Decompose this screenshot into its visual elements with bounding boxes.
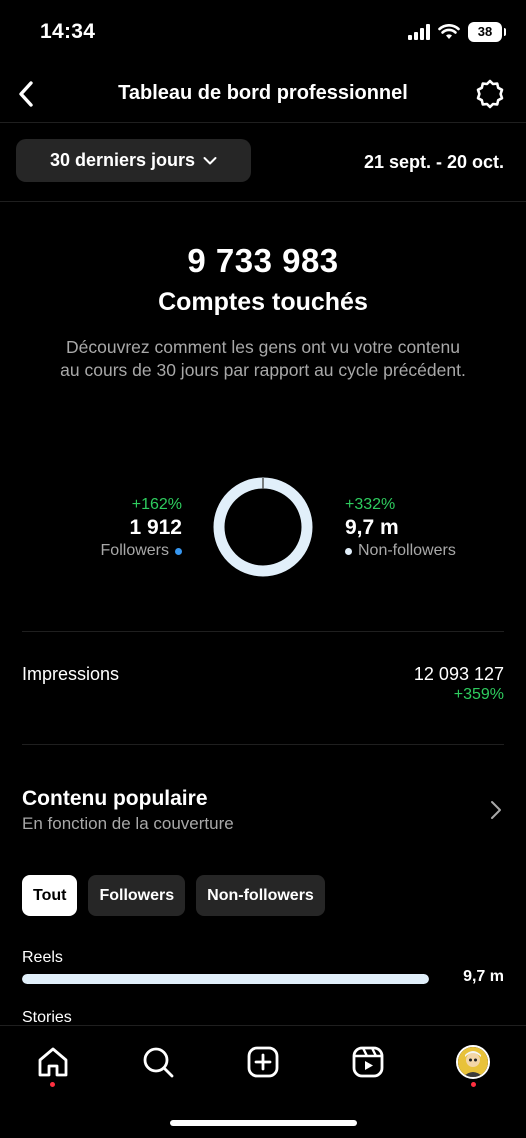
nav-search[interactable] <box>136 1040 180 1084</box>
reach-label: Comptes touchés <box>158 288 368 316</box>
header: Tableau de bord professionnel <box>0 66 526 122</box>
impressions-change: +359% <box>453 686 504 703</box>
followers-stat: +162% 1 912 Followers <box>101 495 182 562</box>
home-icon <box>38 1047 68 1077</box>
non-followers-legend-dot <box>345 547 352 555</box>
status-icons: 38 <box>408 22 506 42</box>
reach-donut-chart <box>213 477 313 577</box>
chip-non-followers[interactable]: Non-followers <box>196 875 325 916</box>
section-divider <box>22 631 504 632</box>
reach-description: Découvrez comment les gens ont vu votre … <box>60 337 466 380</box>
non-followers-value: 9,7 m <box>345 516 399 539</box>
status-time: 14:34 <box>40 20 96 43</box>
screen: 14:34 38 Tableau de bord professionnel 3… <box>0 0 526 1138</box>
reels-progress-fill <box>22 974 429 984</box>
chip-all[interactable]: Tout <box>22 875 78 916</box>
reels-progress-bar <box>22 974 429 984</box>
followers-change: +162% <box>131 496 182 513</box>
impressions-label: Impressions <box>22 664 120 684</box>
home-indicator <box>170 1120 357 1126</box>
create-icon <box>247 1046 279 1078</box>
non-followers-change: +332% <box>345 496 396 513</box>
reels-icon <box>352 1046 384 1078</box>
home-notification-dot <box>50 1082 55 1087</box>
nav-reels[interactable] <box>346 1040 390 1084</box>
chevron-right-icon[interactable] <box>488 798 504 822</box>
avatar-image <box>458 1047 488 1077</box>
page-title: Tableau de bord professionnel <box>118 82 408 104</box>
status-bar: 14:34 38 <box>0 0 526 66</box>
reach-value: 9 733 983 <box>187 242 339 279</box>
popular-content-title[interactable]: Contenu populaire <box>22 787 208 811</box>
wifi-icon <box>438 24 460 39</box>
reels-value: 9,7 m <box>463 968 504 985</box>
impressions-value: 12 093 127 <box>413 664 504 684</box>
search-icon <box>143 1047 174 1078</box>
profile-notification-dot <box>471 1082 476 1087</box>
donut-non-followers-segment <box>213 477 313 577</box>
followers-label: Followers <box>100 542 169 559</box>
followers-legend-dot <box>175 547 182 555</box>
popular-content-subtitle: En fonction de la couverture <box>22 814 234 833</box>
date-range-dropdown[interactable]: 30 derniers jours <box>16 139 251 182</box>
nav-home[interactable] <box>31 1040 75 1084</box>
non-followers-legend: Non-followers <box>345 540 456 562</box>
profile-avatar <box>456 1045 490 1079</box>
non-followers-stat: +332% 9,7 m Non-followers <box>345 495 456 562</box>
header-divider <box>0 122 526 123</box>
followers-value: 1 912 <box>129 516 182 539</box>
nav-profile[interactable] <box>451 1040 495 1084</box>
chip-followers[interactable]: Followers <box>88 875 186 916</box>
chevron-down-icon <box>203 156 217 164</box>
non-followers-label: Non-followers <box>358 542 456 559</box>
battery-icon: 38 <box>468 22 506 42</box>
section-divider <box>22 744 504 745</box>
audience-filter-chips: Tout Followers Non-followers <box>22 875 325 916</box>
followers-legend: Followers <box>101 540 182 562</box>
settings-button[interactable] <box>472 76 508 112</box>
nav-create[interactable] <box>241 1040 285 1084</box>
signal-icon <box>408 24 430 40</box>
date-range-label: 30 derniers jours <box>49 150 196 170</box>
reels-label: Reels <box>22 949 63 966</box>
range-divider <box>0 201 526 202</box>
date-range-text: 21 sept. - 20 oct. <box>363 152 504 172</box>
gear-icon <box>476 79 504 109</box>
